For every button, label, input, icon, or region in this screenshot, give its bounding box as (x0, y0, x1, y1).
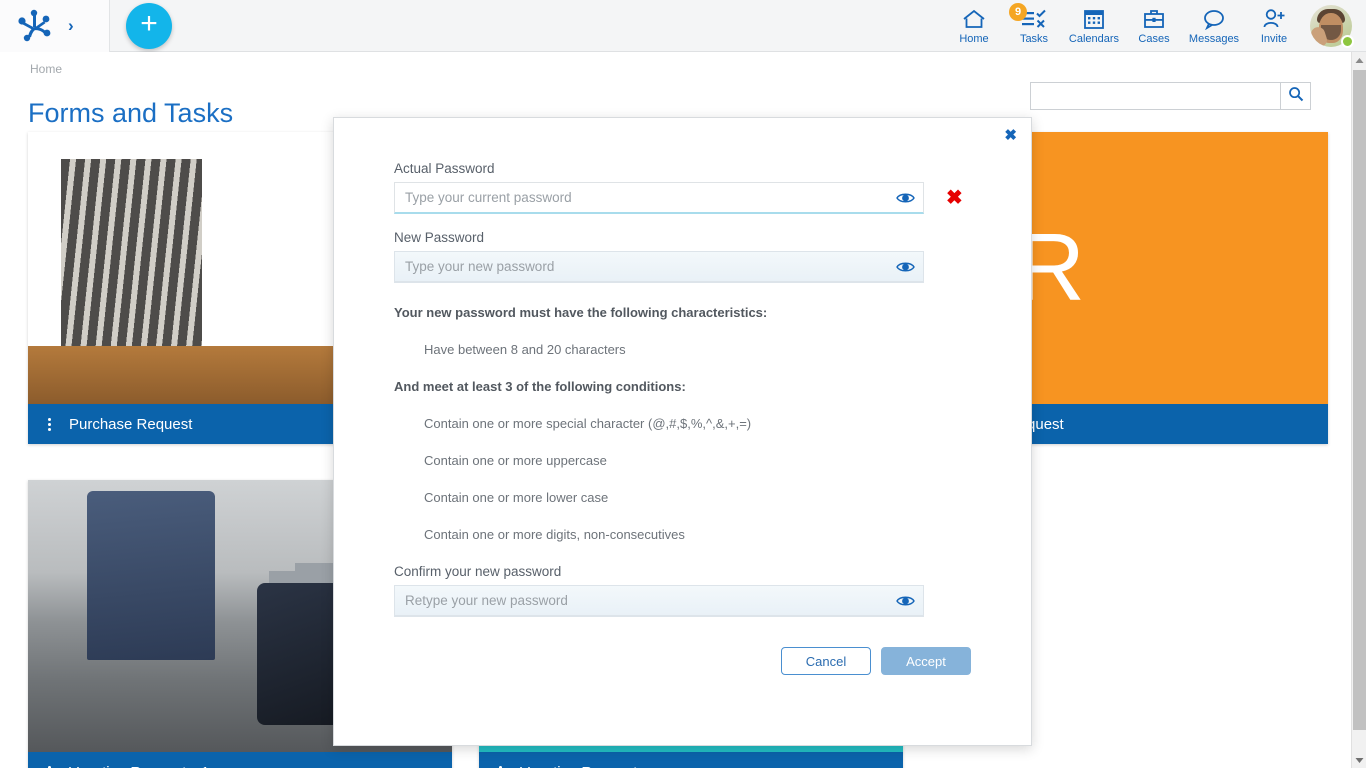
card-footer: Vacation Requests (479, 752, 903, 768)
nav-item-messages[interactable]: Messages (1184, 0, 1244, 52)
nav-item-home[interactable]: Home (944, 0, 1004, 52)
card-title: Purchase Request (69, 416, 192, 433)
card-menu-icon[interactable] (44, 416, 55, 433)
nav-label-invite: Invite (1261, 33, 1287, 45)
home-icon (961, 7, 987, 31)
nav-right-group: Home 9 Tasks (944, 0, 1366, 52)
rule-item: Contain one or more uppercase (424, 453, 971, 468)
actual-password-wrap (394, 182, 924, 214)
rule-item: Contain one or more lower case (424, 490, 971, 505)
search-icon (1288, 86, 1304, 107)
new-password-input[interactable] (394, 251, 924, 283)
nav-label-tasks: Tasks (1020, 33, 1048, 45)
nav-item-tasks[interactable]: 9 Tasks (1004, 0, 1064, 52)
card-menu-icon[interactable] (495, 764, 506, 768)
nav-label-calendars: Calendars (1069, 33, 1119, 45)
nav-label-home: Home (959, 33, 988, 45)
new-password-row (394, 251, 971, 283)
rules-heading-1: Your new password must have the followin… (394, 305, 971, 320)
rule-item: Have between 8 and 20 characters (424, 342, 971, 357)
dialog-body: Actual Password ✖ New Password (334, 118, 1031, 675)
calendars-icon (1082, 7, 1106, 31)
search-input[interactable] (1030, 82, 1280, 110)
page-scrollbar[interactable] (1351, 52, 1366, 768)
card-footer: Vacation Request v.1 (28, 752, 452, 768)
nav-item-cases[interactable]: Cases (1124, 0, 1184, 52)
actual-password-input[interactable] (394, 182, 924, 214)
close-icon[interactable]: ✖ (1004, 128, 1017, 143)
error-icon: ✖ (946, 188, 963, 208)
card-menu-icon[interactable] (44, 764, 55, 768)
search-button[interactable] (1280, 82, 1311, 110)
nav-label-cases: Cases (1138, 33, 1169, 45)
nav-item-invite[interactable]: Invite (1244, 0, 1304, 52)
eye-icon[interactable] (896, 260, 915, 274)
confirm-password-wrap (394, 585, 924, 617)
accept-button[interactable]: Accept (881, 647, 971, 675)
add-button-zone: + (110, 0, 188, 52)
avatar[interactable] (1304, 0, 1358, 52)
confirm-password-input[interactable] (394, 585, 924, 617)
tasks-badge: 9 (1009, 3, 1027, 21)
card-title: Vacation Request v.1 (69, 764, 209, 768)
eye-icon[interactable] (896, 594, 915, 608)
page-content: Home Forms and Tasks Purchase Request (0, 52, 1351, 768)
card-title: Vacation Requests (520, 764, 645, 768)
new-password-wrap (394, 251, 924, 283)
nav-label-messages: Messages (1189, 33, 1239, 45)
search-bar (1030, 82, 1311, 110)
breadcrumb[interactable]: Home (30, 62, 62, 76)
confirm-password-row (394, 585, 971, 617)
rule-item: Contain one or more digits, non-consecut… (424, 527, 971, 542)
dialog-actions: Cancel Accept (394, 647, 971, 675)
cases-icon (1142, 7, 1166, 31)
rule-item: Contain one or more special character (@… (424, 416, 971, 431)
sidebar-expand-icon[interactable]: › (68, 17, 74, 34)
scroll-down-icon[interactable] (1352, 752, 1366, 768)
change-password-dialog: ✖ Actual Password ✖ N (333, 117, 1032, 746)
eye-icon[interactable] (896, 191, 915, 205)
scrollbar-thumb[interactable] (1353, 70, 1366, 730)
status-online-indicator (1341, 35, 1354, 48)
app-logo[interactable] (14, 9, 54, 43)
new-password-label: New Password (394, 230, 971, 245)
page-title: Forms and Tasks (28, 98, 233, 129)
invite-icon (1261, 7, 1287, 31)
confirm-password-label: Confirm your new password (394, 564, 971, 579)
top-navigation-bar: › + Home 9 (0, 0, 1366, 52)
scroll-up-icon[interactable] (1352, 52, 1366, 68)
logo-zone: › (0, 0, 110, 52)
actual-password-label: Actual Password (394, 161, 971, 176)
nav-item-calendars[interactable]: Calendars (1064, 0, 1124, 52)
cancel-button[interactable]: Cancel (781, 647, 871, 675)
add-new-button[interactable]: + (126, 3, 172, 49)
messages-icon (1201, 7, 1227, 31)
actual-password-row: ✖ (394, 182, 971, 214)
rules-heading-2: And meet at least 3 of the following con… (394, 379, 971, 394)
